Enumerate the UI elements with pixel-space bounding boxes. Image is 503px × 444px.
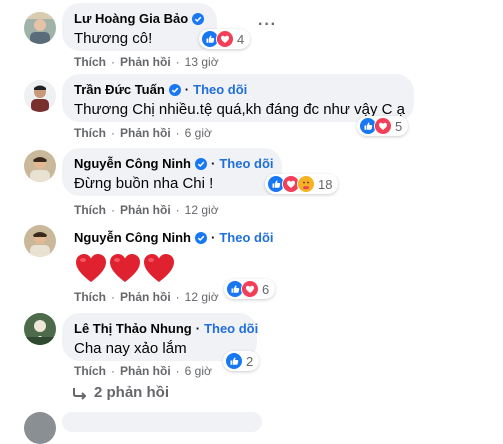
reaction-count: 5 <box>395 118 403 134</box>
reply-button[interactable]: Phản hồi <box>120 364 171 378</box>
comment-actions: Thích · Phản hồi · 12 giờ <box>74 203 219 217</box>
commenter-name[interactable]: Lư Hoàng Gia Bảo <box>74 11 188 27</box>
verified-badge-icon <box>192 13 205 25</box>
heart-emoji-icon <box>74 252 108 284</box>
separator: · <box>111 126 115 140</box>
separator: · <box>184 82 190 97</box>
reaction-summary[interactable]: 18 <box>265 174 339 194</box>
comment-actions: Thích · Phản hồi · 6 giờ <box>74 364 212 378</box>
avatar[interactable] <box>24 225 56 257</box>
separator: · <box>175 203 180 217</box>
comment-bubble: Lư Hoàng Gia Bảo Thương cô! <box>62 3 217 51</box>
love-icon <box>241 280 259 298</box>
separator: · <box>211 156 216 171</box>
separator: · <box>175 126 180 140</box>
timestamp[interactable]: 12 giờ <box>185 290 219 304</box>
timestamp[interactable]: 12 giờ <box>185 203 219 217</box>
avatar[interactable] <box>24 150 56 182</box>
like-button[interactable]: Thích <box>74 55 106 69</box>
reaction-summary[interactable]: 5 <box>357 116 409 136</box>
separator: · <box>111 290 115 304</box>
reaction-summary[interactable]: 4 <box>199 29 251 49</box>
love-icon <box>374 117 392 135</box>
reply-button[interactable]: Phản hồi <box>120 55 171 69</box>
comment-actions: Thích · Phản hồi · 12 giờ <box>74 290 219 304</box>
avatar[interactable] <box>24 12 56 44</box>
reaction-summary[interactable]: 2 <box>223 351 260 371</box>
commenter-name[interactable]: Nguyễn Công Ninh <box>74 156 191 172</box>
like-button[interactable]: Thích <box>74 203 106 217</box>
separator: · <box>175 55 180 69</box>
care-icon <box>297 175 315 193</box>
commenter-name[interactable]: Trần Đức Tuấn <box>74 82 165 98</box>
separator: · <box>195 321 201 336</box>
reaction-count: 4 <box>237 31 245 47</box>
verified-badge-icon <box>195 158 207 170</box>
timestamp[interactable]: 6 giờ <box>185 364 212 378</box>
love-icon <box>216 30 234 48</box>
separator: · <box>175 290 180 304</box>
reply-button[interactable]: Phản hồi <box>120 126 171 140</box>
follow-button[interactable]: Theo dõi <box>204 321 258 337</box>
separator: · <box>111 364 115 378</box>
comment-actions: Thích · Phản hồi · 6 giờ <box>74 126 212 140</box>
comment-bubble: Nguyễn Công Ninh · Theo dõi <box>62 222 282 284</box>
separator: · <box>175 364 180 378</box>
separator: · <box>111 203 115 217</box>
avatar[interactable] <box>24 412 56 444</box>
like-button[interactable]: Thích <box>74 364 106 378</box>
comment-bubble: Nguyễn Công Ninh · Theo dõi Đừng buồn nh… <box>62 148 282 196</box>
verified-badge-icon <box>168 84 181 96</box>
comment-actions: Thích · Phản hồi · 13 giờ <box>74 55 219 69</box>
more-options-icon[interactable]: ··· <box>258 16 277 34</box>
timestamp[interactable]: 13 giờ <box>185 55 219 69</box>
view-replies-link[interactable]: 2 phản hồi <box>72 384 169 401</box>
reaction-count: 2 <box>246 353 254 369</box>
replies-count-label: 2 phản hồi <box>94 384 169 401</box>
avatar[interactable] <box>24 313 56 345</box>
reply-arrow-icon <box>73 387 87 400</box>
follow-button[interactable]: Theo dõi <box>219 230 273 246</box>
verified-badge-icon <box>195 232 207 244</box>
reaction-count: 18 <box>318 176 333 192</box>
reply-button[interactable]: Phản hồi <box>120 290 171 304</box>
reaction-summary[interactable]: 6 <box>224 279 276 299</box>
comment-text: Thương Chị nhiều.tệ quá,kh đáng đc như v… <box>74 101 405 118</box>
like-button[interactable]: Thích <box>74 290 106 304</box>
timestamp[interactable]: 6 giờ <box>185 126 212 140</box>
reaction-count: 6 <box>262 281 270 297</box>
reply-button[interactable]: Phản hồi <box>120 203 171 217</box>
comment-bubble <box>62 412 262 432</box>
comment-bubble: Trần Đức Tuấn · Theo dõi Thương Chị nhiề… <box>62 74 414 122</box>
separator: · <box>211 230 216 245</box>
commenter-name[interactable]: Nguyễn Công Ninh <box>74 230 191 246</box>
avatar[interactable] <box>24 80 56 112</box>
like-button[interactable]: Thích <box>74 126 106 140</box>
follow-button[interactable]: Theo dõi <box>219 156 273 172</box>
like-icon <box>225 352 243 370</box>
commenter-name[interactable]: Lê Thị Thảo Nhung <box>74 321 192 337</box>
heart-emoji-icon <box>108 252 142 284</box>
separator: · <box>111 55 115 69</box>
heart-emoji-icon <box>142 252 176 284</box>
follow-button[interactable]: Theo dõi <box>193 82 247 98</box>
comment-text: Đừng buồn nha Chi ! <box>74 175 214 192</box>
comment-text: Cha nay xảo lắm <box>74 340 187 357</box>
comment-text: Thương cô! <box>74 30 153 47</box>
